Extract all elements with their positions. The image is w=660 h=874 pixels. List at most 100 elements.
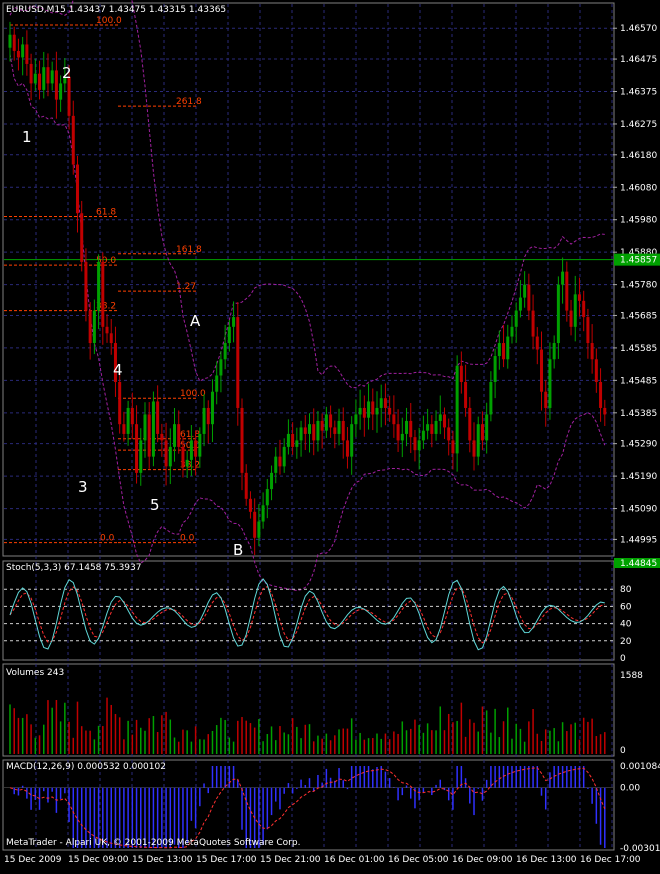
macd-title: MACD(12,26,9) 0.000532 0.000102 bbox=[6, 762, 166, 772]
candle-up bbox=[189, 440, 193, 460]
candle-down bbox=[409, 420, 413, 438]
fib-level-label: 0.0 bbox=[100, 534, 115, 544]
stoch-y-label: 60 bbox=[620, 602, 632, 612]
candle-down bbox=[362, 407, 366, 418]
y-tick-label: 1.46570 bbox=[620, 24, 657, 34]
candle-up bbox=[485, 414, 489, 441]
candle-down bbox=[101, 261, 105, 327]
candle-down bbox=[25, 44, 29, 64]
volume-max-label: 1588 bbox=[620, 671, 643, 681]
y-tick-label: 1.45485 bbox=[620, 376, 657, 386]
candle-up bbox=[151, 401, 155, 457]
volume-title: Volumes 243 bbox=[6, 668, 65, 678]
stoch-y-label: 80 bbox=[620, 585, 632, 595]
candle-down bbox=[527, 284, 531, 311]
wave-label: 2 bbox=[62, 64, 72, 82]
stoch-y-label: 40 bbox=[620, 620, 632, 630]
candle-down bbox=[333, 427, 337, 434]
candle-down bbox=[80, 213, 84, 262]
candle-up bbox=[143, 414, 147, 441]
candle-down bbox=[582, 300, 586, 318]
y-tick-label: 1.45980 bbox=[620, 216, 657, 226]
candle-down bbox=[181, 446, 185, 467]
candle-down bbox=[586, 317, 590, 344]
x-tick-label: 15 Dec 21:00 bbox=[260, 855, 321, 865]
candle-up bbox=[282, 446, 286, 467]
candle-down bbox=[535, 336, 539, 350]
candle-up bbox=[202, 407, 206, 434]
candle-up bbox=[350, 424, 354, 457]
candle-up bbox=[548, 359, 552, 408]
candle-down bbox=[206, 407, 210, 425]
candle-down bbox=[303, 427, 307, 434]
current-price-label: 1.45857 bbox=[620, 256, 657, 266]
candle-up bbox=[316, 420, 320, 441]
candle-down bbox=[160, 433, 164, 441]
candle-down bbox=[396, 424, 400, 441]
candle-down bbox=[442, 414, 446, 428]
candle-down bbox=[371, 401, 375, 415]
fib-level-label: 161.8 bbox=[176, 245, 202, 255]
candle-down bbox=[194, 440, 198, 457]
candle-up bbox=[489, 381, 493, 415]
chart-canvas: 100.0261.861.850.0161.838.21.27100.061.8… bbox=[0, 0, 660, 870]
macd-y-label: 0.001084 bbox=[620, 762, 660, 772]
candle-up bbox=[232, 317, 236, 327]
y-tick-label: 1.46375 bbox=[620, 88, 657, 98]
stoch-title: Stoch(5,3,3) 67.1458 75.3937 bbox=[6, 563, 142, 573]
candle-down bbox=[130, 407, 134, 425]
candle-down bbox=[38, 73, 42, 90]
candle-down bbox=[109, 333, 113, 344]
fib-level-label: 61.8 bbox=[96, 207, 116, 217]
candle-up bbox=[497, 343, 501, 357]
y-tick-label: 1.45190 bbox=[620, 472, 657, 482]
candle-up bbox=[185, 459, 189, 467]
candle-up bbox=[400, 433, 404, 441]
candle-down bbox=[329, 414, 333, 428]
candle-up bbox=[358, 407, 362, 415]
candle-down bbox=[603, 407, 607, 415]
y-tick-label: 1.45780 bbox=[620, 281, 657, 291]
candle-down bbox=[253, 511, 257, 538]
y-tick-label: 1.46080 bbox=[620, 183, 657, 193]
candle-down bbox=[430, 424, 434, 434]
x-tick-label: 15 Dec 2009 bbox=[4, 855, 62, 865]
candle-up bbox=[215, 375, 219, 392]
stoch-y-label: 20 bbox=[620, 637, 632, 647]
candle-up bbox=[219, 359, 223, 376]
candle-down bbox=[540, 349, 544, 392]
candle-down bbox=[345, 440, 349, 457]
wave-label: 3 bbox=[78, 478, 88, 496]
y-tick-label: 1.46475 bbox=[620, 55, 657, 65]
candle-down bbox=[105, 326, 109, 334]
wave-label: A bbox=[190, 312, 201, 330]
y-tick-label: 1.46180 bbox=[620, 151, 657, 161]
candle-down bbox=[392, 414, 396, 425]
candle-down bbox=[147, 414, 151, 457]
candle-up bbox=[274, 456, 278, 473]
y-tick-label: 1.45090 bbox=[620, 505, 657, 515]
candle-up bbox=[223, 343, 227, 360]
wave-label: 1 bbox=[22, 128, 32, 146]
candle-up bbox=[270, 472, 274, 490]
candle-up bbox=[506, 336, 510, 360]
x-tick-label: 16 Dec 05:00 bbox=[388, 855, 449, 865]
x-tick-label: 16 Dec 09:00 bbox=[452, 855, 513, 865]
x-tick-label: 15 Dec 13:00 bbox=[132, 855, 193, 865]
candle-up bbox=[375, 407, 379, 415]
wave-label: 5 bbox=[150, 496, 160, 514]
candle-down bbox=[320, 420, 324, 431]
candle-down bbox=[122, 424, 126, 434]
candle-down bbox=[468, 407, 472, 441]
candle-up bbox=[354, 414, 358, 425]
candle-down bbox=[312, 424, 316, 441]
candle-down bbox=[413, 437, 417, 451]
footer-copyright: MetaTrader - Alpari UK, © 2001-2009 Meta… bbox=[6, 838, 301, 848]
symbol-header: EURUSD,M15 1.43437 1.43475 1.43315 1.433… bbox=[6, 5, 227, 15]
candle-down bbox=[84, 261, 88, 311]
y-tick-label: 1.45385 bbox=[620, 409, 657, 419]
candle-up bbox=[21, 44, 25, 58]
candle-up bbox=[417, 440, 421, 451]
candle-up bbox=[556, 284, 560, 344]
volume-min-label: 0 bbox=[620, 746, 626, 756]
